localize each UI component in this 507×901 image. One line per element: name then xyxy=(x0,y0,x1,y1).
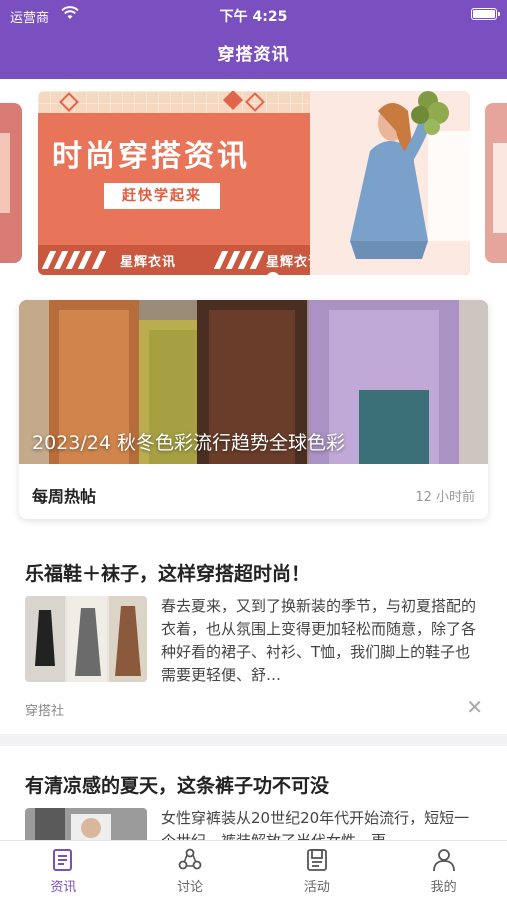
article-card[interactable]: 乐福鞋＋袜子，这样穿搭超时尚！ 春去夏来，又到了换新装的季节，与初夏搭配的衣着，… xyxy=(0,534,507,734)
carousel-indicator xyxy=(266,268,300,275)
featured-post-label: 每周热帖 xyxy=(32,487,97,506)
article-title[interactable]: 乐福鞋＋袜子，这样穿搭超时尚！ xyxy=(25,559,310,586)
banner-headline: 时尚穿搭资讯 xyxy=(52,139,250,174)
tab-label: 我的 xyxy=(430,880,457,895)
discussion-icon xyxy=(178,848,202,870)
article-card[interactable]: 有清凉感的夏天，这条裤子功不可没 女性穿裤装从20世纪20年代开始流行，短短一个… xyxy=(0,746,507,840)
featured-post-card[interactable]: 2023/24 秋冬色彩流行趋势全球色彩 每周热帖 12 小时前 xyxy=(19,300,488,519)
article-title[interactable]: 有清凉感的夏天，这条裤子功不可没 xyxy=(25,771,329,798)
tab-news[interactable]: 资讯 xyxy=(0,841,127,901)
tab-discussion[interactable]: 讨论 xyxy=(127,841,254,901)
article-source: 穿搭社 xyxy=(25,704,65,719)
banner-subtitle: 赶快学起来 xyxy=(104,183,220,209)
featured-post-caption: 2023/24 秋冬色彩流行趋势全球色彩 xyxy=(32,432,345,454)
article-excerpt: 女性穿裤装从20世纪20年代开始流行，短短一个世纪，裤装解放了当代女性，更 xyxy=(161,809,470,840)
tab-label: 活动 xyxy=(303,880,330,895)
app-header: 运营商 下午 4:25 穿搭资讯 xyxy=(0,0,507,79)
carousel-next-card[interactable] xyxy=(485,103,507,263)
bottom-tab-bar: 资讯 讨论 活动 我的 xyxy=(0,840,507,901)
article-thumbnail xyxy=(25,808,147,840)
carousel-banner[interactable]: 时尚穿搭资讯 赶快学起来 星辉衣讯 星辉衣讯 星辉衣讯 xyxy=(38,91,470,275)
main-content[interactable]: 时尚穿搭资讯 赶快学起来 星辉衣讯 星辉衣讯 星辉衣讯 xyxy=(0,79,507,840)
status-time: 下午 4:25 xyxy=(219,9,288,25)
profile-icon xyxy=(432,849,455,872)
tab-label: 讨论 xyxy=(177,880,204,895)
carousel-dot[interactable] xyxy=(266,272,280,275)
page-title: 穿搭资讯 xyxy=(217,45,290,65)
tab-profile[interactable]: 我的 xyxy=(380,841,507,901)
featured-post-time: 12 小时前 xyxy=(415,490,475,505)
carousel-prev-card[interactable] xyxy=(0,103,22,263)
activity-icon xyxy=(306,849,327,871)
tab-activity[interactable]: 活动 xyxy=(254,841,381,901)
banner-tag: 星辉衣讯 xyxy=(120,255,177,270)
article-excerpt: 春去夏来，又到了换新装的季节，与初夏搭配的衣着，也从氛围上变得更加轻松而随意，除… xyxy=(161,597,477,684)
tab-label: 资讯 xyxy=(50,880,77,895)
battery-icon xyxy=(471,8,500,20)
dismiss-icon[interactable]: ✕ xyxy=(466,697,483,717)
banner-model-photo xyxy=(310,91,470,275)
article-thumbnail xyxy=(25,596,147,682)
news-icon xyxy=(53,849,73,871)
status-bar: 运营商 下午 4:25 xyxy=(0,0,507,30)
